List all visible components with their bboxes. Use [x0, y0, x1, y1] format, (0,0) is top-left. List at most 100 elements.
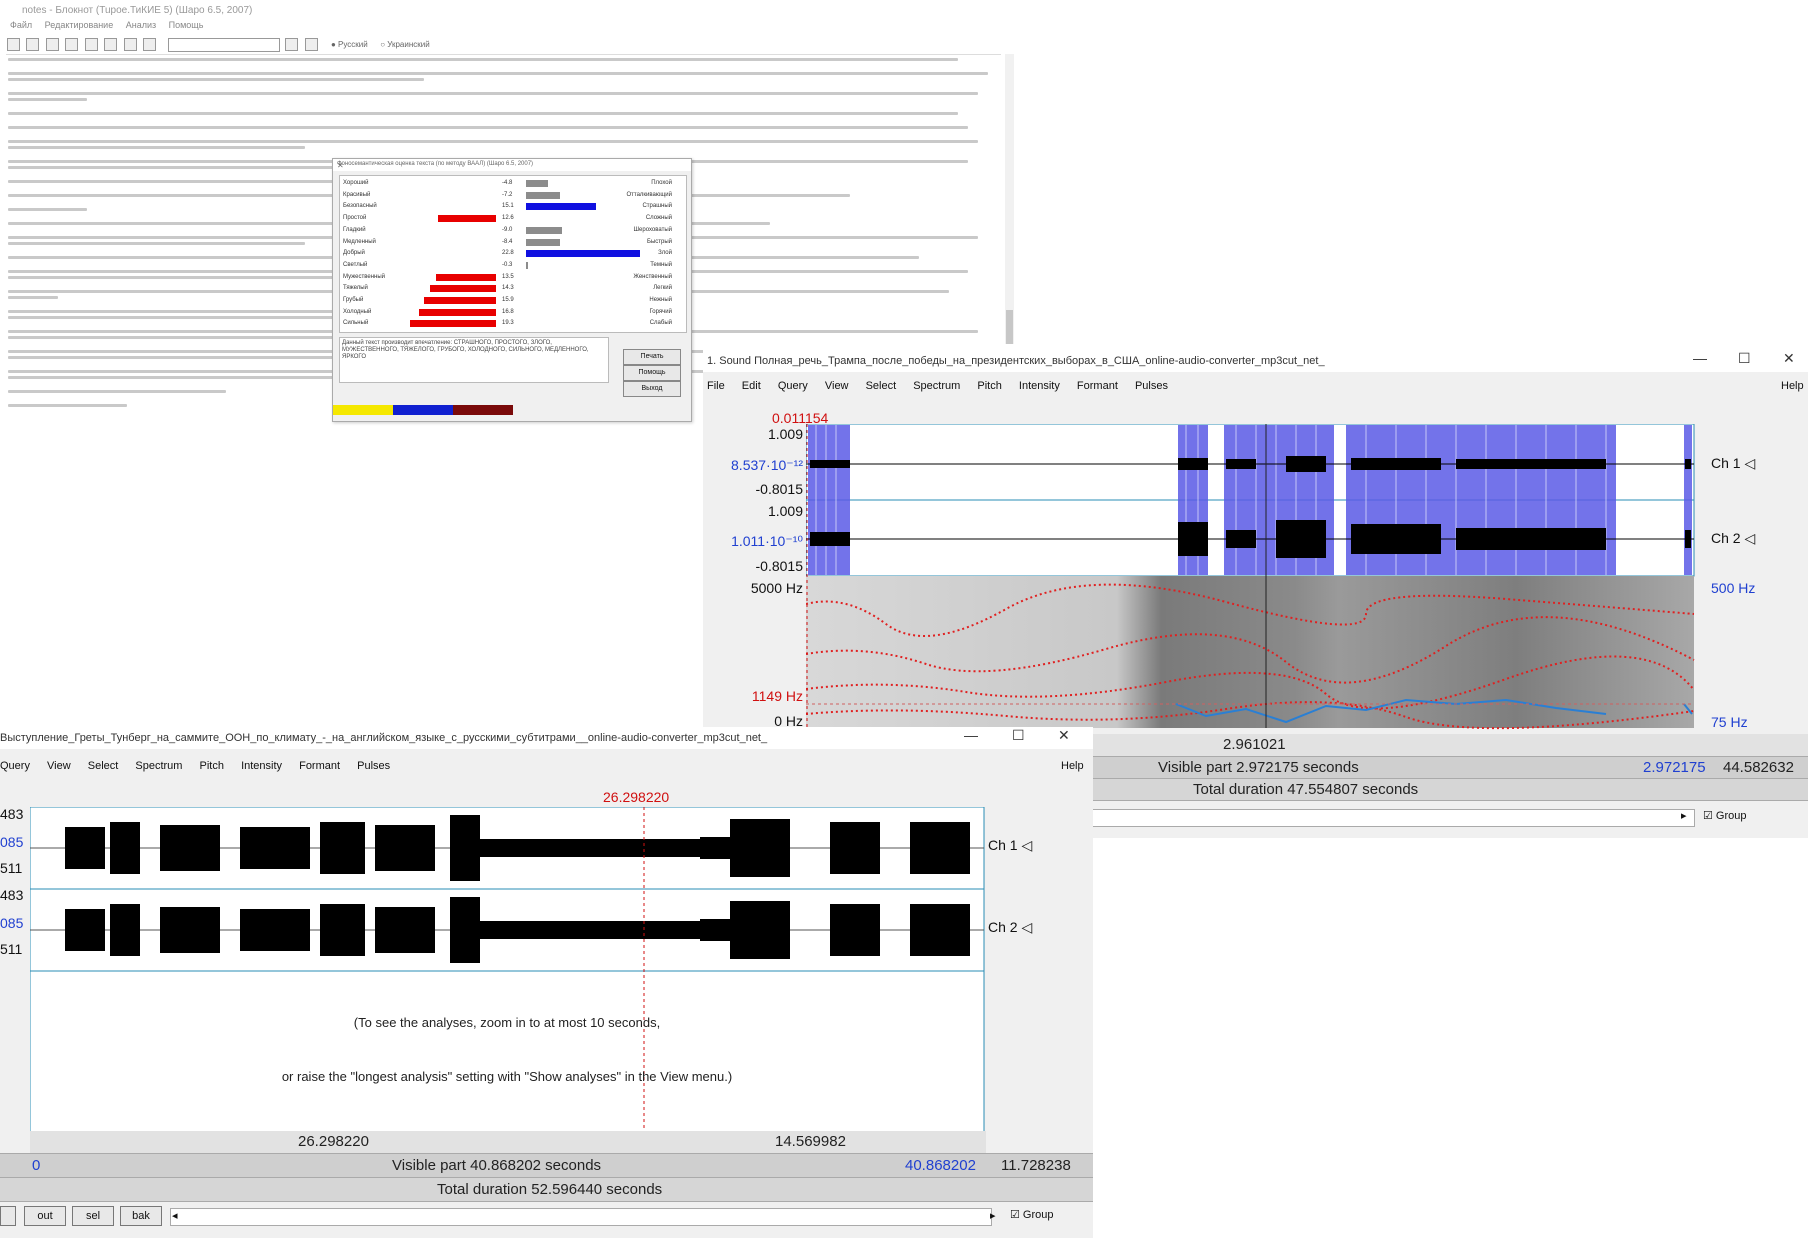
editor-scrollbar[interactable]	[1005, 54, 1014, 344]
undo-icon[interactable]	[84, 38, 98, 52]
all-button[interactable]	[0, 1206, 16, 1226]
close-icon[interactable]: ✕	[1783, 350, 1795, 367]
praat-l-signal-view[interactable]	[30, 807, 986, 1149]
save-file-icon[interactable]	[45, 38, 59, 52]
menu-help[interactable]: Help	[1061, 760, 1084, 772]
font-select[interactable]	[167, 37, 280, 52]
copy-icon[interactable]	[123, 38, 137, 52]
menu-pitch[interactable]: Pitch	[977, 380, 1001, 392]
zoom-out-label: out	[37, 1210, 53, 1222]
zoom-back-button[interactable]: bak	[120, 1206, 162, 1226]
menu-help[interactable]: Help	[1781, 380, 1804, 392]
menu-select[interactable]: Select	[88, 760, 119, 772]
total-duration-bar[interactable]: Total duration 52.596440 seconds	[0, 1177, 1093, 1202]
maximize-icon[interactable]: ☐	[1738, 350, 1751, 367]
analyze-icon[interactable]	[285, 38, 299, 52]
group-checkbox[interactable]: ☑ Group	[1010, 1208, 1054, 1221]
menu-pulses[interactable]: Pulses	[357, 760, 390, 772]
scale-right-label: Легкий	[653, 285, 672, 292]
new-file-icon[interactable]	[7, 38, 20, 52]
scale-bar	[526, 180, 548, 187]
spectrogram-top-freq: 5000 Hz	[750, 580, 803, 596]
visible-start-time: 0	[32, 1157, 41, 1174]
ch2-bottom-value: 511	[0, 941, 23, 957]
scale-row: Мужественный 13.5 Женственный	[340, 272, 686, 283]
selection-bar[interactable]: 26.298220 14.569982	[30, 1131, 986, 1153]
scroll-left-icon[interactable]: ◂	[172, 1209, 178, 1222]
pitch-bottom-value: 75 Hz	[1711, 714, 1748, 730]
menu-query[interactable]: Query	[0, 760, 30, 772]
scale-row: Тяжелый 14.3 Легкий	[340, 283, 686, 294]
scale-row: Хороший -4.8 Плохой	[340, 178, 686, 189]
praat-l-scrollbar[interactable]	[170, 1208, 992, 1226]
dialog-close-icon[interactable]: ✕	[337, 161, 687, 170]
print-button[interactable]: Печать	[623, 349, 681, 365]
scale-left-label: Безопасный	[343, 203, 377, 210]
cut-icon[interactable]	[104, 38, 118, 52]
menu-intensity[interactable]: Intensity	[1019, 380, 1060, 392]
scale-right-label: Страшный	[642, 203, 672, 210]
ch2-label[interactable]: Ch 2 ◁	[1711, 530, 1755, 547]
menu-pulses[interactable]: Pulses	[1135, 380, 1168, 392]
zoom-sel-button[interactable]: sel	[72, 1206, 114, 1226]
editor-menu-file[interactable]: Файл	[10, 20, 32, 30]
ch2-label[interactable]: Ch 2 ◁	[988, 919, 1032, 936]
group-checkbox[interactable]: ☑ Group	[1703, 809, 1747, 822]
print-icon[interactable]	[65, 38, 79, 52]
scale-bar	[526, 203, 596, 211]
editor-scrollbar-thumb[interactable]	[1006, 310, 1013, 344]
scale-left-label: Грубый	[343, 297, 364, 303]
editor-title-bar: notes - Блокнот (Tupoe.ТиКИЕ 5) (Шаро 6.…	[0, 0, 1015, 22]
minimize-icon[interactable]: —	[1693, 350, 1707, 366]
editor-menu-help[interactable]: Помощь	[169, 20, 204, 30]
menu-spectrum[interactable]: Spectrum	[135, 760, 182, 772]
maximize-icon[interactable]: ☐	[1012, 727, 1025, 744]
color-strip-blue	[393, 405, 453, 415]
menu-spectrum[interactable]: Spectrum	[913, 380, 960, 392]
exit-button[interactable]: Выход	[623, 381, 681, 397]
scale-value: 15.9	[502, 297, 514, 303]
menu-intensity[interactable]: Intensity	[241, 760, 282, 772]
editor-menu-edit[interactable]: Редактирование	[45, 20, 114, 30]
ch1-label[interactable]: Ch 1 ◁	[988, 837, 1032, 854]
menu-select[interactable]: Select	[866, 380, 897, 392]
editor-toolbar: ● Русский ○ Украинский	[6, 36, 1001, 55]
menu-view[interactable]: View	[825, 380, 849, 392]
menu-view[interactable]: View	[47, 760, 71, 772]
help-icon[interactable]	[304, 38, 318, 52]
scale-bar	[438, 215, 496, 223]
scale-row: Гладкий -9.0 Шероховатый	[340, 225, 686, 236]
menu-edit[interactable]: Edit	[742, 380, 761, 392]
menu-pitch[interactable]: Pitch	[200, 760, 224, 772]
analysis-area	[30, 970, 985, 1148]
paste-icon[interactable]	[143, 38, 157, 52]
ch1-label[interactable]: Ch 1 ◁	[1711, 455, 1755, 472]
menu-query[interactable]: Query	[778, 380, 808, 392]
menu-file[interactable]: File	[707, 380, 725, 392]
color-strip	[333, 405, 691, 419]
ch1-bottom-value: -0.8015	[755, 481, 803, 497]
scale-bar	[424, 297, 496, 304]
scale-left-label: Светлый	[343, 261, 368, 268]
zoom-out-button[interactable]: out	[24, 1206, 66, 1226]
dialog-help-button[interactable]: Помощь	[623, 365, 681, 381]
visible-part-bar[interactable]: 0 Visible part 40.868202 seconds 40.8682…	[0, 1153, 1093, 1178]
praat-l-menu: Query View Select Spectrum Pitch Intensi…	[0, 760, 1000, 778]
menu-formant[interactable]: Formant	[299, 760, 340, 772]
scroll-right-icon[interactable]: ▸	[990, 1209, 996, 1222]
scale-value: -0.3	[502, 261, 513, 268]
exit-button-label: Выход	[641, 385, 663, 392]
praat-r-signal-view[interactable]	[806, 424, 1696, 730]
scroll-right-icon[interactable]: ▸	[1681, 809, 1687, 822]
open-file-icon[interactable]	[26, 38, 40, 52]
ch1-top-value: 1.009	[767, 426, 803, 442]
minimize-icon[interactable]: —	[964, 727, 978, 743]
editor-menu-analysis[interactable]: Анализ	[126, 20, 156, 30]
close-icon[interactable]: ✕	[1058, 727, 1070, 744]
menu-formant[interactable]: Formant	[1077, 380, 1118, 392]
radio-ukrainian[interactable]: ○ Украинский	[380, 40, 430, 49]
scale-right-label: Горячий	[649, 308, 672, 315]
scale-right-label: Шероховатый	[633, 226, 672, 233]
scale-left-label: Холодный	[343, 308, 372, 315]
radio-russian[interactable]: ● Русский	[331, 40, 368, 49]
